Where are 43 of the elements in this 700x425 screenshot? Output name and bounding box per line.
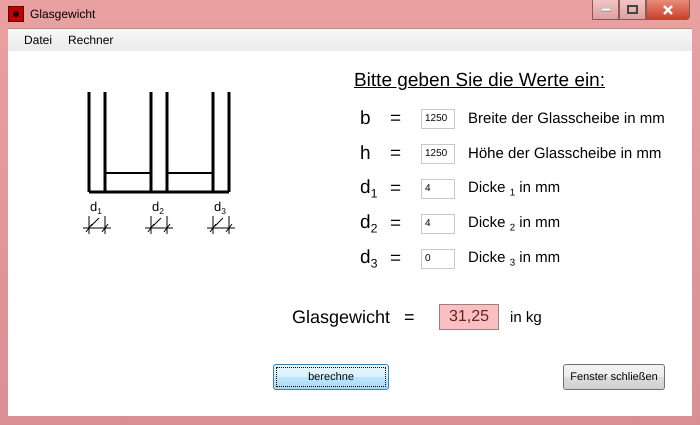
result-field[interactable]: 31,25 — [439, 304, 499, 330]
field-description: Dicke $_{2}$ in mm — [468, 214, 560, 234]
variable-symbol: b — [359, 108, 372, 130]
minimize-button[interactable] — [592, 0, 619, 20]
app-icon — [8, 6, 24, 22]
maximize-button[interactable] — [619, 0, 646, 20]
input-field[interactable]: 4 — [421, 214, 455, 234]
dimension-mark-icon — [144, 216, 174, 234]
variable-symbol: d$_{1}$ — [359, 176, 378, 200]
calculate-button[interactable]: berechne — [273, 364, 389, 390]
input-field[interactable]: 1250 — [421, 144, 455, 164]
equals-sign: = — [390, 178, 402, 200]
minimize-icon — [600, 8, 610, 12]
menu-item[interactable]: Datei — [16, 33, 60, 47]
input-field[interactable]: 1250 — [421, 108, 455, 128]
thickness-label: d$_{3}$ — [214, 200, 226, 216]
field-description: Breite der Glasscheibe in mm — [468, 110, 665, 127]
form-heading: Bitte geben Sie die Werte ein: — [354, 70, 606, 92]
input-field[interactable]: 4 — [421, 178, 455, 198]
variable-symbol: d$_{2}$ — [359, 212, 378, 236]
equals-sign: = — [390, 142, 402, 164]
input-field[interactable]: 0 — [421, 248, 455, 268]
equals-sign: = — [390, 248, 402, 270]
close-icon — [662, 4, 674, 14]
field-description: Höhe der Glasscheibe in mm — [468, 145, 662, 162]
thickness-label: d$_{2}$ — [152, 200, 164, 216]
unit-label: in kg — [510, 308, 542, 326]
maximize-icon — [627, 5, 638, 14]
equals-sign: = — [404, 306, 416, 328]
close-button[interactable] — [646, 0, 690, 20]
dimension-mark-icon — [206, 216, 236, 234]
result-label: Glasgewicht — [292, 306, 392, 328]
variable-symbol: d$_{3}$ — [359, 246, 378, 270]
field-description: Dicke $_{3}$ in mm — [468, 248, 560, 268]
close-window-button[interactable]: Fenster schließen — [563, 364, 665, 390]
equals-sign: = — [390, 212, 402, 234]
window-title: Glasgewicht — [30, 7, 96, 21]
field-description: Dicke $_{1}$ in mm — [468, 178, 560, 198]
thickness-label: d$_{1}$ — [90, 200, 102, 216]
dimension-mark-icon — [82, 216, 112, 234]
variable-symbol: h — [359, 142, 372, 164]
equals-sign: = — [390, 108, 402, 130]
menu-item[interactable]: Rechner — [60, 33, 122, 47]
